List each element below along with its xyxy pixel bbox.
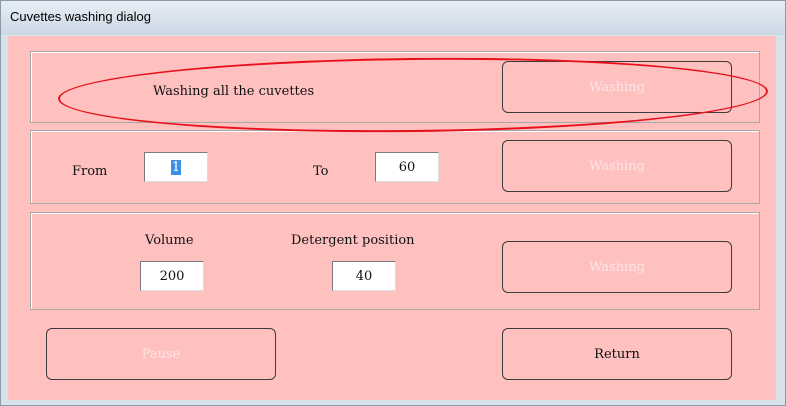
title-bar[interactable]: Cuvettes washing dialog	[1, 1, 785, 35]
from-value: 1	[170, 159, 182, 175]
wash-volume-button[interactable]: Washing	[502, 241, 732, 293]
wash-range-button[interactable]: Washing	[502, 140, 732, 192]
window-title: Cuvettes washing dialog	[10, 9, 151, 24]
pause-button[interactable]: Pause	[46, 328, 276, 380]
detergent-position-input[interactable]: 40	[332, 261, 396, 291]
volume-input[interactable]: 200	[140, 261, 204, 291]
volume-label: Volume	[145, 233, 194, 248]
return-button[interactable]: Return	[502, 328, 732, 380]
to-label: To	[313, 164, 329, 179]
to-input[interactable]: 60	[375, 152, 439, 182]
from-input[interactable]: 1	[144, 152, 208, 182]
from-label: From	[72, 164, 108, 179]
detergent-position-label: Detergent position	[291, 233, 415, 248]
